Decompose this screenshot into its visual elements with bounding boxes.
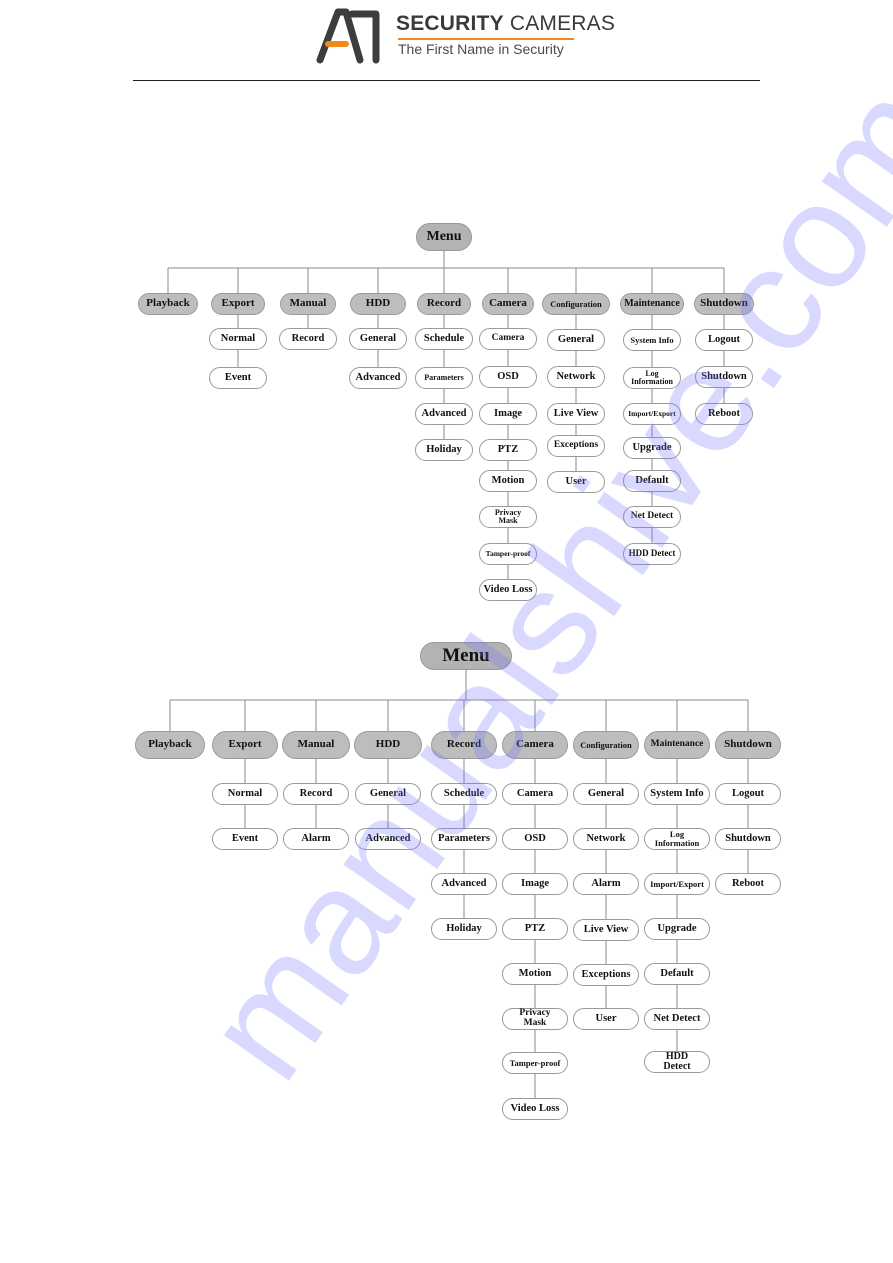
submenu-node-camera-video-loss: Video Loss bbox=[502, 1098, 568, 1120]
submenu-node-camera-motion: Motion bbox=[502, 963, 568, 985]
menu-node-record: Record bbox=[431, 731, 497, 759]
menu-node-playback: Playback bbox=[135, 731, 205, 759]
connector-lines bbox=[169, 670, 749, 1098]
submenu-node-maintenance-net-detect: Net Detect bbox=[644, 1008, 710, 1030]
submenu-node-shutdown-logout: Logout bbox=[715, 783, 781, 805]
menu-node-shutdown: Shutdown bbox=[715, 731, 781, 759]
menu-node-hdd: HDD bbox=[354, 731, 422, 759]
submenu-node-hdd-advanced: Advanced bbox=[355, 828, 421, 850]
submenu-node-maintenance-log-information: Log Information bbox=[644, 828, 710, 850]
submenu-node-configuration-user: User bbox=[573, 1008, 639, 1030]
submenu-node-camera-privacy-mask: Privacy Mask bbox=[502, 1008, 568, 1030]
submenu-node-camera-ptz: PTZ bbox=[502, 918, 568, 940]
submenu-node-maintenance-default: Default bbox=[644, 963, 710, 985]
submenu-node-hdd-general: General bbox=[355, 783, 421, 805]
submenu-node-record-schedule: Schedule bbox=[431, 783, 497, 805]
submenu-node-configuration-exceptions: Exceptions bbox=[573, 964, 639, 986]
menu-node-camera: Camera bbox=[502, 731, 568, 759]
submenu-node-configuration-live-view: Live View bbox=[573, 919, 639, 941]
submenu-node-export-normal: Normal bbox=[212, 783, 278, 805]
submenu-node-export-event: Event bbox=[212, 828, 278, 850]
submenu-node-manual-alarm: Alarm bbox=[283, 828, 349, 850]
menu-node-export: Export bbox=[212, 731, 278, 759]
submenu-node-maintenance-import-export: Import/Export bbox=[644, 873, 710, 895]
menu-node-manual: Manual bbox=[282, 731, 350, 759]
submenu-node-maintenance-upgrade: Upgrade bbox=[644, 918, 710, 940]
menu-root-node: Menu bbox=[420, 642, 512, 670]
submenu-node-shutdown-reboot: Reboot bbox=[715, 873, 781, 895]
submenu-node-camera-camera: Camera bbox=[502, 783, 568, 805]
menu-node-maintenance: Maintenance bbox=[644, 731, 710, 759]
submenu-node-configuration-alarm: Alarm bbox=[573, 873, 639, 895]
submenu-node-record-parameters: Parameters bbox=[431, 828, 497, 850]
submenu-node-maintenance-system-info: System Info bbox=[644, 783, 710, 805]
submenu-node-camera-image: Image bbox=[502, 873, 568, 895]
submenu-node-record-holiday: Holiday bbox=[431, 918, 497, 940]
submenu-node-camera-osd: OSD bbox=[502, 828, 568, 850]
submenu-node-configuration-network: Network bbox=[573, 828, 639, 850]
submenu-node-maintenance-hdd-detect: HDD Detect bbox=[644, 1051, 710, 1073]
submenu-node-shutdown-shutdown: Shutdown bbox=[715, 828, 781, 850]
submenu-node-configuration-general: General bbox=[573, 783, 639, 805]
menu-tree-diagram-2: Menu Playback Export Normal Event Manual Recor… bbox=[0, 0, 893, 1263]
submenu-node-camera-tamper-proof: Tamper-proof bbox=[502, 1052, 568, 1074]
menu-node-configuration: Configuration bbox=[573, 731, 639, 759]
submenu-node-manual-record: Record bbox=[283, 783, 349, 805]
submenu-node-record-advanced: Advanced bbox=[431, 873, 497, 895]
